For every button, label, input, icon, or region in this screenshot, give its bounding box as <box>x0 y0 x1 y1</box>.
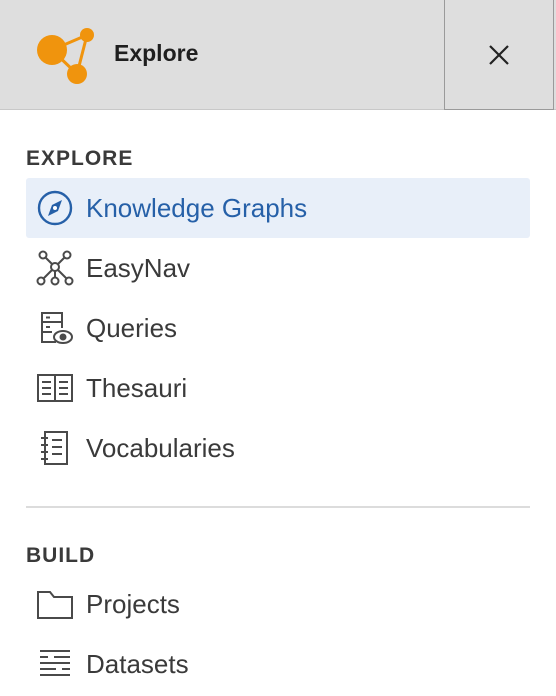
compass-icon <box>36 190 74 226</box>
open-book-icon <box>36 370 74 406</box>
dataset-lines-icon <box>36 646 74 682</box>
nav-item-datasets[interactable]: Datasets <box>26 634 530 694</box>
app-title: Explore <box>114 40 199 66</box>
notebook-icon <box>36 430 74 466</box>
nav-item-label: Thesauri <box>86 373 188 403</box>
nav-item-thesauri[interactable]: Thesauri <box>26 358 530 418</box>
nav-item-vocabularies[interactable]: Vocabularies <box>26 418 530 478</box>
nav-item-projects[interactable]: Projects <box>26 574 530 634</box>
nav-item-label: Vocabularies <box>86 433 235 463</box>
close-icon <box>489 44 509 65</box>
section-heading-build: BUILD <box>26 544 96 567</box>
folder-icon <box>36 586 74 622</box>
section-divider <box>26 506 530 508</box>
nav-item-label: Datasets <box>86 649 189 679</box>
nav-item-label: EasyNav <box>86 253 191 283</box>
network-graph-logo-icon <box>36 26 96 86</box>
nav-item-queries[interactable]: Queries <box>26 298 530 358</box>
header-bar: Explore <box>0 0 556 110</box>
nav-item-label: Knowledge Graphs <box>86 193 308 223</box>
nav-item-knowledge-graphs[interactable]: Knowledge Graphs <box>26 178 530 238</box>
nav-item-label: Queries <box>86 313 178 343</box>
nav-item-label: Projects <box>86 589 180 619</box>
section-heading-explore: EXPLORE <box>26 147 134 170</box>
nav-item-easynav[interactable]: EasyNav <box>26 238 530 298</box>
close-button[interactable] <box>444 0 554 110</box>
network-nodes-icon <box>36 250 74 286</box>
query-view-icon <box>36 310 74 346</box>
